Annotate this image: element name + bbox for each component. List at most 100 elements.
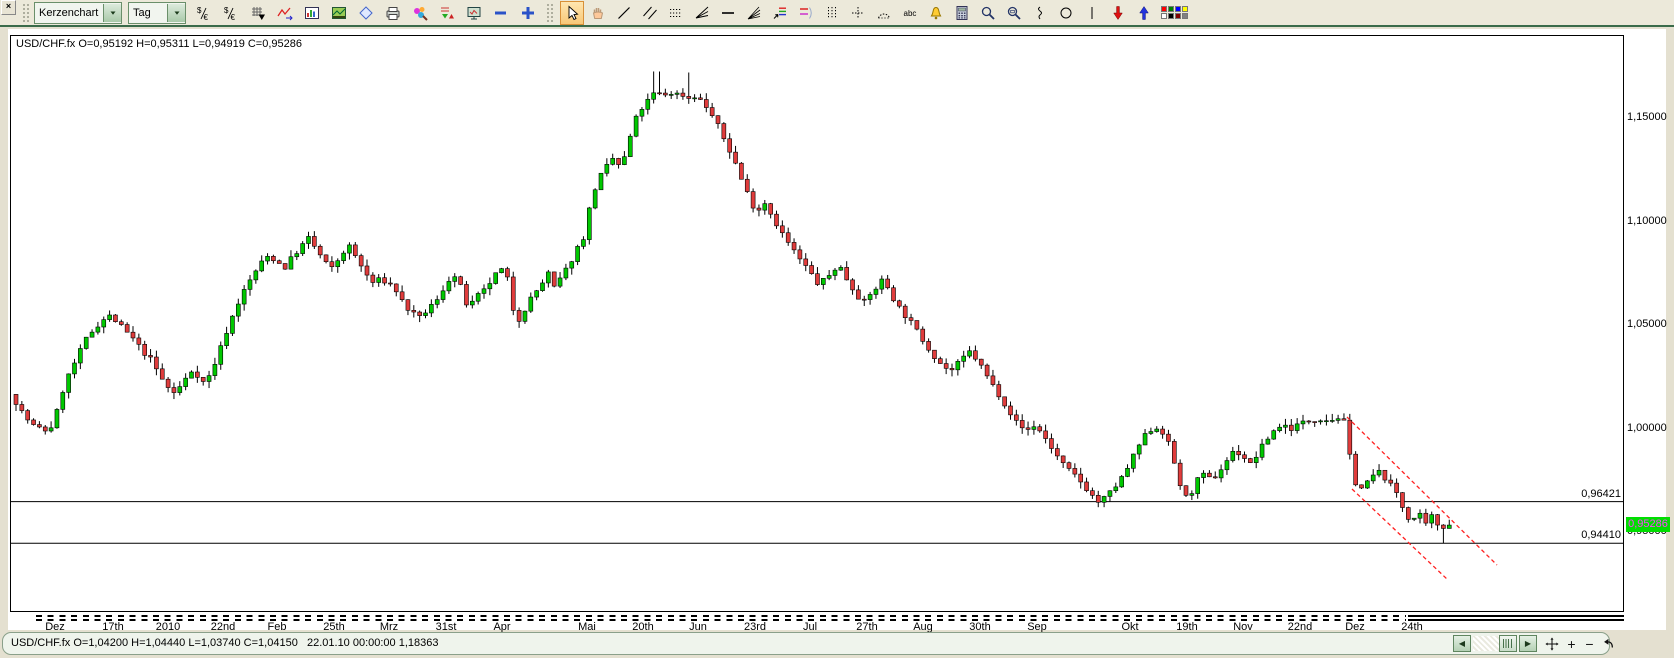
fib-arc-tool-icon[interactable] — [872, 1, 896, 25]
candle-down[interactable] — [733, 151, 738, 164]
candle-up[interactable] — [610, 158, 616, 165]
candle-up[interactable] — [581, 239, 586, 247]
candle-down[interactable] — [1043, 430, 1048, 439]
candle-up[interactable] — [48, 427, 54, 432]
candle-up[interactable] — [1411, 517, 1417, 520]
candle-down[interactable] — [850, 279, 855, 291]
candle-down[interactable] — [323, 254, 329, 263]
candle-up[interactable] — [1429, 514, 1434, 524]
candle-down[interactable] — [1382, 469, 1388, 481]
color-palette-icon[interactable] — [1158, 1, 1190, 25]
candle-down[interactable] — [1236, 451, 1241, 456]
candle-down[interactable] — [698, 97, 703, 100]
candle-down[interactable] — [861, 298, 867, 301]
candle-down[interactable] — [405, 299, 411, 311]
candle-down[interactable] — [42, 426, 48, 432]
palette-swatch[interactable] — [1160, 13, 1167, 19]
candle-down[interactable] — [1359, 484, 1364, 489]
candle-up[interactable] — [1224, 460, 1230, 471]
candle-down[interactable] — [282, 263, 288, 270]
candle-up[interactable] — [1259, 443, 1265, 458]
fib-retracement-tool-icon[interactable] — [768, 1, 792, 25]
candle-up[interactable] — [429, 304, 434, 314]
candle-down[interactable] — [329, 261, 335, 268]
candle-up[interactable] — [1113, 486, 1119, 492]
candle-up[interactable] — [627, 135, 633, 157]
candlestick-chart[interactable] — [10, 35, 1624, 612]
candle-up[interactable] — [867, 294, 873, 300]
palette-swatch[interactable] — [1174, 6, 1181, 12]
candle-down[interactable] — [1388, 479, 1394, 484]
toolbar-close-button[interactable]: × — [1, 0, 16, 15]
candle-down[interactable] — [844, 267, 850, 281]
zoom-in-button[interactable]: + — [1563, 636, 1580, 652]
candle-up[interactable] — [60, 392, 66, 410]
candle-down[interactable] — [200, 377, 206, 382]
candle-down[interactable] — [897, 300, 902, 307]
period-dropdown[interactable]: Tag — [128, 1, 186, 24]
candle-up[interactable] — [598, 172, 604, 191]
candle-down[interactable] — [317, 245, 323, 256]
candle-up[interactable] — [434, 299, 440, 305]
calculator-icon[interactable] — [950, 1, 974, 25]
candle-down[interactable] — [943, 363, 949, 369]
candle-down[interactable] — [1394, 482, 1399, 493]
candle-up[interactable] — [83, 336, 89, 349]
candle-up[interactable] — [341, 252, 346, 262]
candle-up[interactable] — [967, 350, 972, 357]
candle-down[interactable] — [417, 311, 422, 316]
candle-down[interactable] — [797, 249, 803, 260]
candle-down[interactable] — [1019, 420, 1025, 429]
candle-down[interactable] — [195, 371, 200, 378]
vertical-line-tool-icon[interactable] — [1080, 1, 1104, 25]
freehand-tool-icon[interactable] — [1028, 1, 1052, 25]
candle-down[interactable] — [19, 404, 25, 411]
monitor-settings-icon[interactable] — [462, 1, 486, 25]
candle-up[interactable] — [335, 260, 341, 268]
candle-up[interactable] — [1329, 420, 1335, 422]
paint-style-icon[interactable] — [408, 1, 432, 25]
palette-swatch[interactable] — [1174, 13, 1181, 19]
palette-swatch[interactable] — [1167, 6, 1174, 12]
candle-up[interactable] — [72, 362, 77, 375]
candle-down[interactable] — [1078, 473, 1083, 483]
candle-down[interactable] — [756, 207, 762, 211]
chart-type-dropdown[interactable]: Kerzenchart — [34, 1, 122, 24]
candle-down[interactable] — [984, 364, 990, 377]
candle-down[interactable] — [1306, 420, 1312, 423]
candle-up[interactable] — [1107, 490, 1113, 497]
candle-up[interactable] — [762, 203, 768, 211]
arrow-down-marker-icon[interactable] — [1106, 1, 1130, 25]
candle-up[interactable] — [1142, 433, 1148, 446]
candle-down[interactable] — [932, 349, 937, 359]
toolbar-grip[interactable] — [546, 2, 554, 23]
candle-up[interactable] — [300, 243, 305, 254]
candle-up[interactable] — [639, 109, 645, 117]
candle-up[interactable] — [692, 97, 697, 100]
candle-down[interactable] — [370, 274, 376, 283]
grid-options-icon[interactable] — [246, 1, 270, 25]
candle-down[interactable] — [914, 320, 920, 330]
candle-down[interactable] — [1055, 448, 1060, 457]
candle-up[interactable] — [1300, 420, 1306, 425]
candle-up[interactable] — [206, 375, 212, 382]
candle-up[interactable] — [487, 283, 493, 290]
candle-down[interactable] — [113, 314, 118, 322]
candle-down[interactable] — [926, 341, 931, 351]
candle-down[interactable] — [616, 158, 621, 165]
zoom-minus-icon[interactable] — [489, 1, 513, 25]
candle-up[interactable] — [1335, 418, 1341, 421]
fib-extension-tool-icon[interactable] — [794, 1, 818, 25]
currency-scale-icon[interactable]: $ € — [219, 1, 243, 25]
candle-up[interactable] — [107, 314, 112, 320]
candle-up[interactable] — [224, 333, 229, 346]
candle-down[interactable] — [721, 123, 727, 140]
candle-up[interactable] — [347, 244, 352, 254]
candle-up[interactable] — [955, 361, 961, 371]
candle-up[interactable] — [1148, 431, 1154, 434]
candle-down[interactable] — [657, 92, 662, 95]
candle-down[interactable] — [815, 273, 820, 285]
palette-swatch[interactable] — [1181, 6, 1188, 12]
candle-up[interactable] — [183, 377, 188, 387]
candle-up[interactable] — [1201, 472, 1206, 478]
